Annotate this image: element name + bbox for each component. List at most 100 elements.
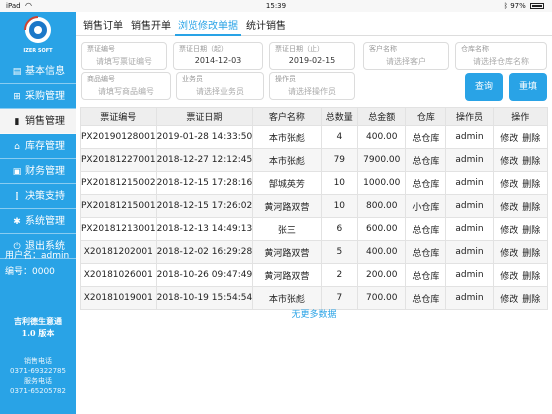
delete-button[interactable]: 删除	[522, 157, 540, 167]
cell-amount: 7900.00	[357, 148, 407, 172]
sidebar-item-basic-info[interactable]: ▤ 基本信息	[0, 59, 76, 84]
field-label: 票证日期（止）	[275, 45, 324, 53]
table-row[interactable]: PX20190128001 2019-01-28 14:33:50 本市张彪 4 400…	[80, 125, 548, 149]
cell-date: 2018-12-15 17:26:02	[155, 194, 254, 218]
cell-qty: 4	[320, 125, 359, 149]
product-no-field[interactable]: 商品编号 请填写商品编号	[81, 72, 171, 100]
cell-customer: 黄河路双营	[252, 263, 322, 287]
contact-info: 销售电话 0371-69322785 服务电话 0371-65205782	[0, 356, 76, 396]
table-row[interactable]: PX20181215002 2018-12-15 17:28:16 郜城英芳 10 10…	[80, 171, 548, 195]
cell-warehouse: 小仓库	[405, 194, 447, 218]
cell-actions: 修改 删除	[492, 217, 548, 241]
cell-amount: 400.00	[357, 125, 407, 149]
delete-button[interactable]: 删除	[522, 134, 540, 144]
cell-no: PX20181227001	[80, 148, 157, 172]
table-row[interactable]: PX20181227001 2018-12-27 12:12:45 本市张彪 79 79…	[80, 148, 548, 172]
sidebar-item-purchase[interactable]: ⊞ 采购管理	[0, 84, 76, 109]
cell-operator: admin	[445, 194, 494, 218]
edit-button[interactable]: 修改	[500, 272, 518, 282]
sidebar-item-finance[interactable]: ▣ 财务管理	[0, 159, 76, 184]
cell-operator: admin	[445, 263, 494, 287]
cell-amount: 200.00	[357, 263, 407, 287]
cell-customer: 张三	[252, 217, 322, 241]
edit-button[interactable]: 修改	[500, 180, 518, 190]
header-actions: 操作	[492, 107, 548, 126]
edit-button[interactable]: 修改	[500, 295, 518, 305]
edit-button[interactable]: 修改	[500, 249, 518, 259]
ticket-no-field[interactable]: 票证编号 请填写票证编号	[81, 42, 167, 70]
field-label: 商品编号	[87, 75, 115, 83]
delete-button[interactable]: 删除	[522, 203, 540, 213]
battery-level	[532, 5, 542, 7]
sidebar-menu: ▤ 基本信息 ⊞ 采购管理 ▮ 销售管理 ⌂ 库存管理 ▣ 财务管理 ⫿ 决策支持 ✱ 系统管…	[0, 59, 76, 259]
tab-sales-stats[interactable]: 统计销售	[246, 17, 286, 32]
service-phone-label: 服务电话	[24, 377, 52, 385]
customer-field[interactable]: 客户名称 请选择客户	[363, 42, 449, 70]
cell-warehouse: 总仓库	[405, 171, 447, 195]
sidebar-item-label: 采购管理	[25, 91, 65, 102]
table-row[interactable]: PX20181215001 2018-12-15 17:26:02 黄河路双营 10 8…	[80, 194, 548, 218]
delete-button[interactable]: 删除	[522, 180, 540, 190]
logo-text: IZER SOFT	[23, 48, 53, 54]
cell-operator: admin	[445, 148, 494, 172]
cell-qty: 5	[320, 240, 359, 264]
app-version: 1.0 版本	[21, 328, 55, 338]
table-row[interactable]: X20181202001 2018-12-02 16:29:28 黄河路双营 5 400…	[80, 240, 548, 264]
field-value: 2019-02-15	[288, 56, 336, 65]
sidebar-item-system[interactable]: ✱ 系统管理	[0, 209, 76, 234]
sidebar-item-label: 财务管理	[25, 166, 65, 177]
date-end-field[interactable]: 票证日期（止） 2019-02-15	[269, 42, 355, 70]
app-slogan: 吉利德生意通 1.0 版本	[0, 315, 76, 339]
header-warehouse: 仓库	[405, 107, 447, 126]
cell-warehouse: 总仓库	[405, 125, 447, 149]
salesman-field[interactable]: 业务员 请选择业务员	[176, 72, 264, 100]
izer-soft-logo: IZER SOFT	[23, 16, 53, 54]
no-more-data: 无更多数据	[291, 310, 337, 320]
cell-warehouse: 总仓库	[405, 240, 447, 264]
sidebar-item-label: 库存管理	[25, 141, 65, 152]
date-start-field[interactable]: 票证日期（起） 2014-12-03	[173, 42, 263, 70]
header-customer: 客户名称	[252, 107, 322, 126]
cell-actions: 修改 删除	[492, 263, 548, 287]
header-qty: 总数量	[320, 107, 359, 126]
document-icon: ▤	[12, 67, 22, 77]
user-info: 用户名：admin 编号：0000	[5, 248, 69, 280]
sidebar-item-sales[interactable]: ▮ 销售管理	[0, 109, 76, 134]
delete-button[interactable]: 删除	[522, 249, 540, 259]
warehouse-field[interactable]: 仓库名称 请选择仓库名称	[455, 42, 547, 70]
tab-sales-order[interactable]: 销售订单	[83, 17, 123, 32]
operator-field[interactable]: 操作员 请选择操作员	[269, 72, 355, 100]
delete-button[interactable]: 删除	[522, 295, 540, 305]
cell-customer: 本市张彪	[252, 125, 322, 149]
sidebar-item-label: 决策支持	[25, 191, 65, 202]
delete-button[interactable]: 删除	[522, 226, 540, 236]
edit-button[interactable]: 修改	[500, 134, 518, 144]
cell-date: 2018-12-15 17:28:16	[155, 171, 254, 195]
tab-sales-billing[interactable]: 销售开单	[131, 17, 171, 32]
edit-button[interactable]: 修改	[500, 203, 518, 213]
sidebar-item-label: 销售管理	[25, 116, 65, 127]
cell-amount: 600.00	[357, 217, 407, 241]
query-button[interactable]: 查询	[465, 73, 503, 101]
field-placeholder: 请选择客户	[386, 57, 426, 66]
table-row[interactable]: X20181026001 2018-10-26 09:47:49 黄河路双营 2 200…	[80, 263, 548, 287]
sidebar-item-inventory[interactable]: ⌂ 库存管理	[0, 134, 76, 159]
cart-icon: ⊞	[13, 92, 21, 102]
header-ticket-no: 票证编号	[80, 107, 157, 126]
field-value: 2014-12-03	[194, 56, 242, 65]
edit-button[interactable]: 修改	[500, 157, 518, 167]
delete-button[interactable]: 删除	[522, 272, 540, 282]
field-label: 票证日期（起）	[179, 45, 228, 53]
reset-button[interactable]: 重填	[509, 73, 547, 101]
cell-date: 2018-12-02 16:29:28	[155, 240, 254, 264]
gear-icon: ✱	[13, 217, 21, 227]
table-row[interactable]: PX20181213001 2018-12-13 14:49:13 张三 6 600.0…	[80, 217, 548, 241]
field-label: 业务员	[182, 75, 203, 83]
active-tab-indicator	[175, 34, 241, 36]
sidebar-item-decision[interactable]: ⫿ 决策支持	[0, 184, 76, 209]
tab-browse-edit[interactable]: 浏览修改单据	[178, 17, 238, 32]
status-bar: iPad ◠ 15:39 ᛒ 97%	[0, 0, 552, 12]
cell-warehouse: 总仓库	[405, 148, 447, 172]
edit-button[interactable]: 修改	[500, 226, 518, 236]
cell-amount: 1000.00	[357, 171, 407, 195]
